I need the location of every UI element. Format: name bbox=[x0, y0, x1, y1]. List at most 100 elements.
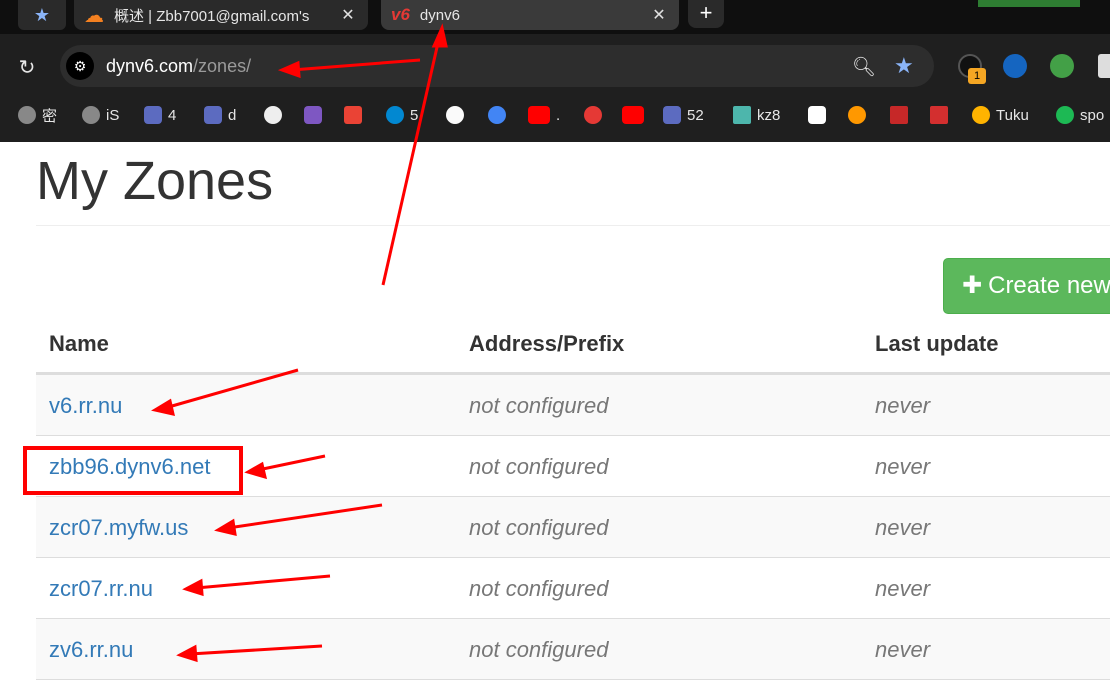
ghost-icon bbox=[204, 106, 222, 124]
table-header: Name Address/Prefix Last update bbox=[36, 314, 1110, 375]
tab-dynv6[interactable]: v6 dynv6 ✕ bbox=[381, 0, 679, 30]
zone-address: not configured bbox=[469, 454, 609, 479]
close-icon[interactable]: ✕ bbox=[649, 5, 669, 25]
bookmark-item[interactable] bbox=[622, 103, 650, 127]
extension-icon[interactable] bbox=[1003, 54, 1027, 78]
zone-address: not configured bbox=[469, 393, 609, 418]
zone-link[interactable]: zbb96.dynv6.net bbox=[49, 454, 210, 480]
spotify-icon bbox=[1056, 106, 1074, 124]
bookmark-item[interactable]: . bbox=[528, 103, 560, 127]
bookmark-item[interactable]: 5 bbox=[386, 103, 418, 127]
header-last-update: Last update bbox=[875, 331, 999, 356]
app-icon bbox=[890, 106, 908, 124]
bookmark-item[interactable]: spo bbox=[1056, 103, 1104, 127]
cloud-drive-icon bbox=[386, 106, 404, 124]
zone-last-update: never bbox=[875, 393, 931, 418]
bookmark-item[interactable] bbox=[848, 103, 872, 127]
zone-link[interactable]: v6.rr.nu bbox=[49, 393, 122, 419]
bookmark-item[interactable]: 密 bbox=[18, 103, 57, 127]
bookmark-item[interactable] bbox=[344, 103, 368, 127]
dynv6-favicon: v6 bbox=[391, 5, 410, 24]
tab-cloudflare[interactable]: ☁ 概述 | Zbb7001@gmail.com's ✕ bbox=[74, 0, 368, 30]
app-icon bbox=[663, 106, 681, 124]
zoom-icon[interactable]: 🔍︎ bbox=[852, 55, 876, 79]
tab-pinned[interactable]: ★ bbox=[18, 0, 66, 30]
divider bbox=[36, 225, 1110, 226]
page-title: My Zones bbox=[36, 151, 274, 211]
table-row: zv6.rr.nu not configured never bbox=[36, 619, 1110, 680]
globe-icon bbox=[18, 106, 36, 124]
url-text[interactable]: dynv6.com/zones/ bbox=[106, 56, 251, 77]
zone-link[interactable]: zv6.rr.nu bbox=[49, 637, 133, 663]
cloud-icon: ☁ bbox=[84, 4, 104, 27]
bookmark-item[interactable] bbox=[808, 103, 832, 127]
window-badge bbox=[978, 0, 1080, 7]
gmail-icon bbox=[344, 106, 362, 124]
bookmark-item[interactable] bbox=[488, 103, 512, 127]
bookmark-item[interactable]: Tuku bbox=[972, 103, 1029, 127]
url-path: /zones/ bbox=[193, 56, 252, 76]
table-row: zbb96.dynv6.net not configured never bbox=[36, 436, 1110, 497]
star-icon: ★ bbox=[33, 4, 51, 25]
table-row: zcr07.myfw.us not configured never bbox=[36, 497, 1110, 558]
zone-link[interactable]: zcr07.rr.nu bbox=[49, 576, 153, 602]
youtube-icon bbox=[528, 106, 550, 124]
bookmark-item[interactable] bbox=[584, 103, 608, 127]
tab-strip: ★ ☁ 概述 | Zbb7001@gmail.com's ✕ v6 dynv6 … bbox=[0, 0, 1110, 34]
ghost-icon bbox=[144, 106, 162, 124]
tab-title: dynv6 bbox=[419, 6, 460, 24]
browser-window: ★ ☁ 概述 | Zbb7001@gmail.com's ✕ v6 dynv6 … bbox=[0, 0, 1110, 142]
app-icon bbox=[848, 106, 866, 124]
zones-table: Name Address/Prefix Last update v6.rr.nu… bbox=[36, 314, 1110, 680]
zone-last-update: never bbox=[875, 454, 931, 479]
globe-icon bbox=[82, 106, 100, 124]
extension-badge: 1 bbox=[968, 68, 986, 84]
zone-address: not configured bbox=[469, 637, 609, 662]
app-icon bbox=[930, 106, 948, 124]
header-address: Address/Prefix bbox=[469, 331, 625, 356]
create-button-label: Create new bbox=[988, 272, 1110, 299]
youtube-icon bbox=[622, 106, 644, 124]
tab-title: 概述 | Zbb7001@gmail.com's bbox=[114, 7, 310, 25]
zone-last-update: never bbox=[875, 637, 931, 662]
create-new-button[interactable]: ✚ Create new bbox=[943, 258, 1110, 314]
zone-link[interactable]: zcr07.myfw.us bbox=[49, 515, 188, 541]
bookmark-item[interactable]: kz8 bbox=[733, 103, 780, 127]
close-icon[interactable]: ✕ bbox=[338, 5, 358, 25]
bookmark-item[interactable] bbox=[890, 103, 914, 127]
plus-icon: ✚ bbox=[962, 272, 983, 299]
bookmark-item[interactable] bbox=[930, 103, 954, 127]
openai-icon bbox=[264, 106, 282, 124]
flower-icon bbox=[972, 106, 990, 124]
terminal-icon bbox=[304, 106, 322, 124]
bookmark-item[interactable]: d bbox=[204, 103, 236, 127]
page-content: My Zones ✚ Create new Name Address/Prefix… bbox=[0, 142, 1110, 686]
toolbar: ↻ ⚙ dynv6.com/zones/ 🔍︎ ★ 1 bbox=[0, 42, 1110, 92]
weibo-icon bbox=[584, 106, 602, 124]
bookmarks-bar: 密 iS 4 d 5 . 52 kz8 Tuku spo bbox=[0, 98, 1110, 134]
address-bar[interactable]: ⚙ dynv6.com/zones/ 🔍︎ ★ bbox=[60, 45, 934, 87]
bookmark-item[interactable]: 52 bbox=[663, 103, 704, 127]
bookmark-item[interactable] bbox=[304, 103, 328, 127]
extension-icon[interactable] bbox=[1098, 54, 1110, 78]
bookmark-star-icon[interactable]: ★ bbox=[894, 53, 914, 79]
extension-icon[interactable] bbox=[1050, 54, 1074, 78]
table-row: v6.rr.nu not configured never bbox=[36, 375, 1110, 436]
table-row: zcr07.rr.nu not configured never bbox=[36, 558, 1110, 619]
google-icon bbox=[488, 106, 506, 124]
zone-address: not configured bbox=[469, 576, 609, 601]
bookmark-item[interactable]: iS bbox=[82, 103, 119, 127]
url-host: dynv6.com bbox=[106, 56, 194, 76]
reload-icon[interactable]: ↻ bbox=[14, 55, 40, 81]
new-tab-button[interactable]: + bbox=[688, 0, 724, 28]
bookmark-item[interactable] bbox=[264, 103, 288, 127]
table-body: v6.rr.nu not configured never zbb96.dynv… bbox=[36, 375, 1110, 680]
site-info-icon[interactable]: ⚙ bbox=[66, 52, 94, 80]
bookmark-item[interactable] bbox=[446, 103, 470, 127]
bookmark-item[interactable]: 4 bbox=[144, 103, 176, 127]
zone-last-update: never bbox=[875, 576, 931, 601]
header-name: Name bbox=[49, 331, 109, 356]
app-icon bbox=[808, 106, 826, 124]
mountain-icon bbox=[733, 106, 751, 124]
github-icon bbox=[446, 106, 464, 124]
